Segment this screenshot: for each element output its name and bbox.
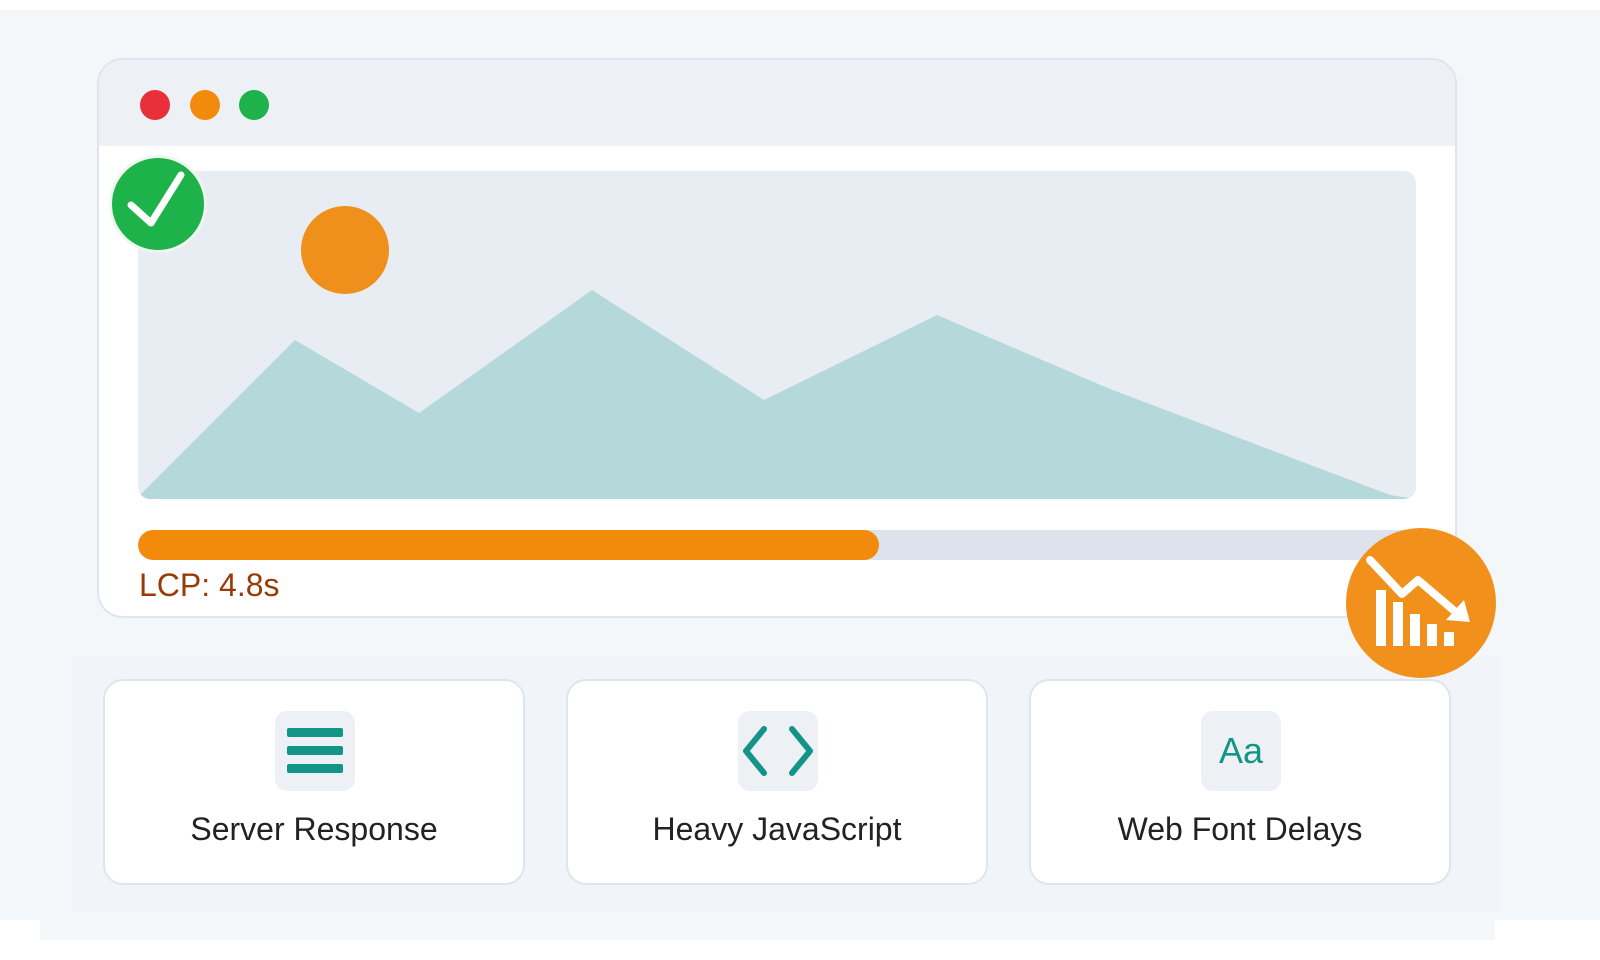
hero-image-placeholder bbox=[138, 171, 1416, 499]
performance-drop-badge bbox=[1346, 528, 1496, 678]
sun-icon bbox=[301, 206, 389, 294]
font-icon: Aa bbox=[1218, 730, 1264, 771]
browser-titlebar bbox=[99, 60, 1455, 146]
minimize-dot-icon bbox=[190, 90, 220, 120]
mountains-icon bbox=[138, 290, 1416, 499]
card-icon-box: Aa bbox=[1201, 711, 1281, 791]
lcp-progress-fill bbox=[138, 530, 880, 560]
checkmark-icon bbox=[127, 171, 185, 227]
card-label: Server Response bbox=[190, 811, 438, 847]
diagram-background-foot bbox=[40, 920, 1495, 940]
lcp-value-label: LCP: 4.8s bbox=[139, 567, 280, 603]
lcp-progress-track bbox=[138, 530, 1416, 560]
card-web-font-delays: Aa Web Font Delays bbox=[1029, 679, 1451, 885]
card-label: Web Font Delays bbox=[1117, 811, 1363, 847]
maximize-dot-icon bbox=[239, 90, 269, 120]
card-icon-box bbox=[738, 711, 818, 791]
card-icon-box bbox=[275, 711, 355, 791]
close-dot-icon bbox=[140, 90, 170, 120]
card-server-response: Server Response bbox=[103, 679, 525, 885]
declining-chart-icon bbox=[1366, 556, 1470, 646]
browser-window: LCP: 4.8s bbox=[97, 58, 1457, 618]
landscape-image-icon bbox=[138, 206, 1416, 499]
success-badge bbox=[109, 155, 207, 253]
code-brackets-icon bbox=[743, 726, 813, 776]
card-label: Heavy JavaScript bbox=[652, 811, 902, 847]
card-heavy-javascript: Heavy JavaScript bbox=[566, 679, 988, 885]
server-lines-icon bbox=[287, 728, 343, 773]
